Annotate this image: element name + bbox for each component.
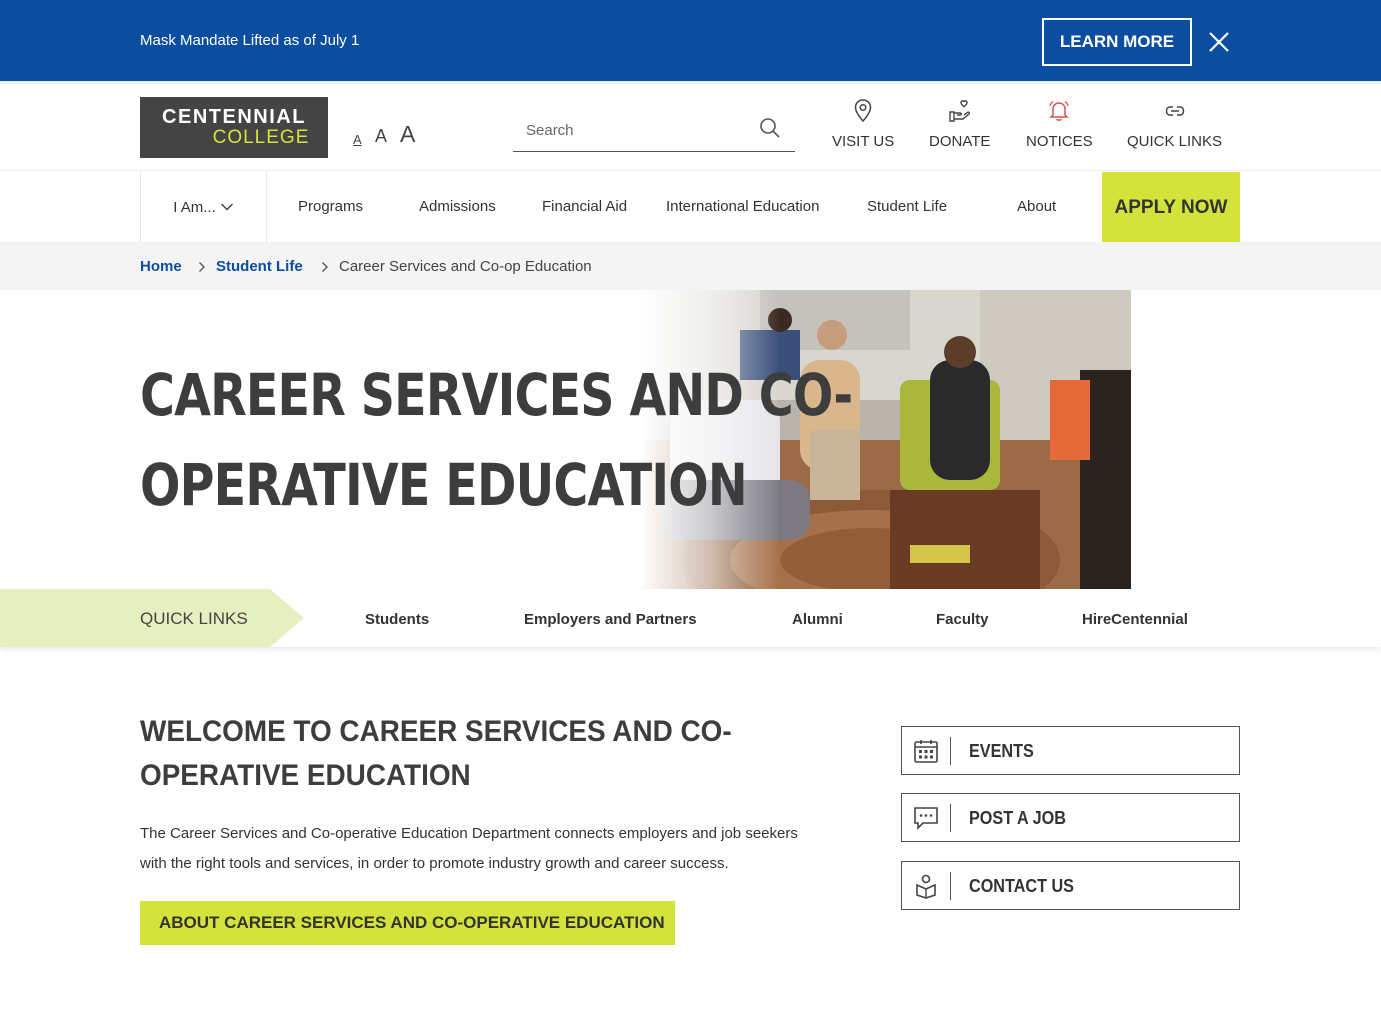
notices-link[interactable]: NOTICES [1026,98,1093,158]
breadcrumb: Home Student Life Career Services and Co… [0,242,1381,290]
bell-icon [1049,100,1070,121]
search-box [513,108,795,152]
logo-line1: CENTENNIAL [162,106,306,128]
chevron-right-icon [199,262,205,272]
location-pin-icon [854,99,872,123]
contact-divider [950,872,951,900]
nav-student-life[interactable]: Student Life [867,198,947,215]
page-title: CAREER SERVICES AND CO- OPERATIVE EDUCAT… [140,350,853,530]
events-divider [950,737,951,765]
quick-link-alumni[interactable]: Alumni [792,611,843,628]
search-icon[interactable] [759,117,781,139]
link-icon [1165,106,1184,116]
chevron-right-icon [322,262,328,272]
quick-link-faculty[interactable]: Faculty [936,611,989,628]
hero-section: CAREER SERVICES AND CO- OPERATIVE EDUCAT… [0,290,1381,589]
quick-links-bar: QUICK LINKS Students Employers and Partn… [0,589,1381,647]
intro-paragraph: The Career Services and Co-operative Edu… [140,819,850,878]
post-a-job-label: POST A JOB [969,808,1066,828]
welcome-heading: WELCOME TO CAREER SERVICES AND CO- OPERA… [140,710,791,798]
page-title-line2: OPERATIVE EDUCATION [140,451,748,519]
page-title-line1: CAREER SERVICES AND CO- [140,361,853,429]
donate-label: DONATE [929,133,991,150]
quick-link-students[interactable]: Students [365,611,429,628]
main-nav: I Am... Programs Admissions Financial Ai… [0,170,1381,243]
close-icon[interactable] [1204,27,1234,57]
i-am-dropdown[interactable]: I Am... [140,171,267,243]
about-career-services-button[interactable]: ABOUT CAREER SERVICES AND CO-OPERATIVE E… [140,901,675,945]
quick-link-hirecentennial[interactable]: HireCentennial [1082,611,1188,628]
contact-person-icon [902,862,950,909]
contact-us-label: CONTACT US [969,876,1075,896]
college-logo[interactable]: CENTENNIAL COLLEGE [140,97,328,158]
i-am-label: I Am... [173,198,216,216]
about-career-services-label: ABOUT CAREER SERVICES AND CO-OPERATIVE E… [159,913,665,932]
quick-links-label: QUICK LINKS [1127,133,1223,150]
donate-hand-icon [949,100,970,122]
quick-link-employers[interactable]: Employers and Partners [524,611,697,628]
calendar-icon [902,727,950,774]
welcome-heading-line1: WELCOME TO CAREER SERVICES AND CO- [140,715,732,748]
chat-icon [902,794,950,841]
nav-international-education[interactable]: International Education [666,198,819,215]
events-label: EVENTS [969,741,1034,761]
post-a-job-button[interactable]: POST A JOB [901,793,1240,842]
font-size-small[interactable]: A [353,132,362,147]
donate-link[interactable]: DONATE [929,98,990,158]
chevron-down-icon [220,203,233,211]
post-job-divider [950,804,951,832]
intro-line1: The Career Services and Co-operative Edu… [140,825,798,842]
nav-financial-aid[interactable]: Financial Aid [542,198,627,215]
alert-banner: Mask Mandate Lifted as of July 1 LEARN M… [0,0,1381,84]
breadcrumb-student-life[interactable]: Student Life [216,258,303,275]
nav-about[interactable]: About [1017,198,1056,215]
welcome-heading-line2: OPERATIVE EDUCATION [140,759,471,792]
quick-links-tag: QUICK LINKS [0,589,304,647]
quick-links-tag-label: QUICK LINKS [140,609,248,628]
visit-us-label: VISIT US [832,133,895,150]
intro-line2: with the right tools and services, in or… [140,854,729,872]
notices-label: NOTICES [1026,133,1093,150]
visit-us-link[interactable]: VISIT US [832,98,894,158]
search-input[interactable] [526,118,746,142]
nav-programs[interactable]: Programs [298,198,363,215]
apply-now-button[interactable]: APPLY NOW [1102,172,1240,243]
font-size-medium[interactable]: A [375,126,387,147]
logo-line2: COLLEGE [212,127,310,148]
font-size-large[interactable]: A [400,121,415,148]
alert-text: Mask Mandate Lifted as of July 1 [140,32,360,49]
events-button[interactable]: EVENTS [901,726,1240,775]
quick-links-link[interactable]: QUICK LINKS [1127,98,1222,158]
site-header: CENTENNIAL COLLEGE A A A VISIT US DONATE… [0,84,1381,170]
nav-admissions[interactable]: Admissions [419,198,496,215]
breadcrumb-current: Career Services and Co-op Education [339,258,592,275]
learn-more-button[interactable]: LEARN MORE [1042,18,1192,66]
breadcrumb-home[interactable]: Home [140,258,182,275]
contact-us-button[interactable]: CONTACT US [901,861,1240,910]
